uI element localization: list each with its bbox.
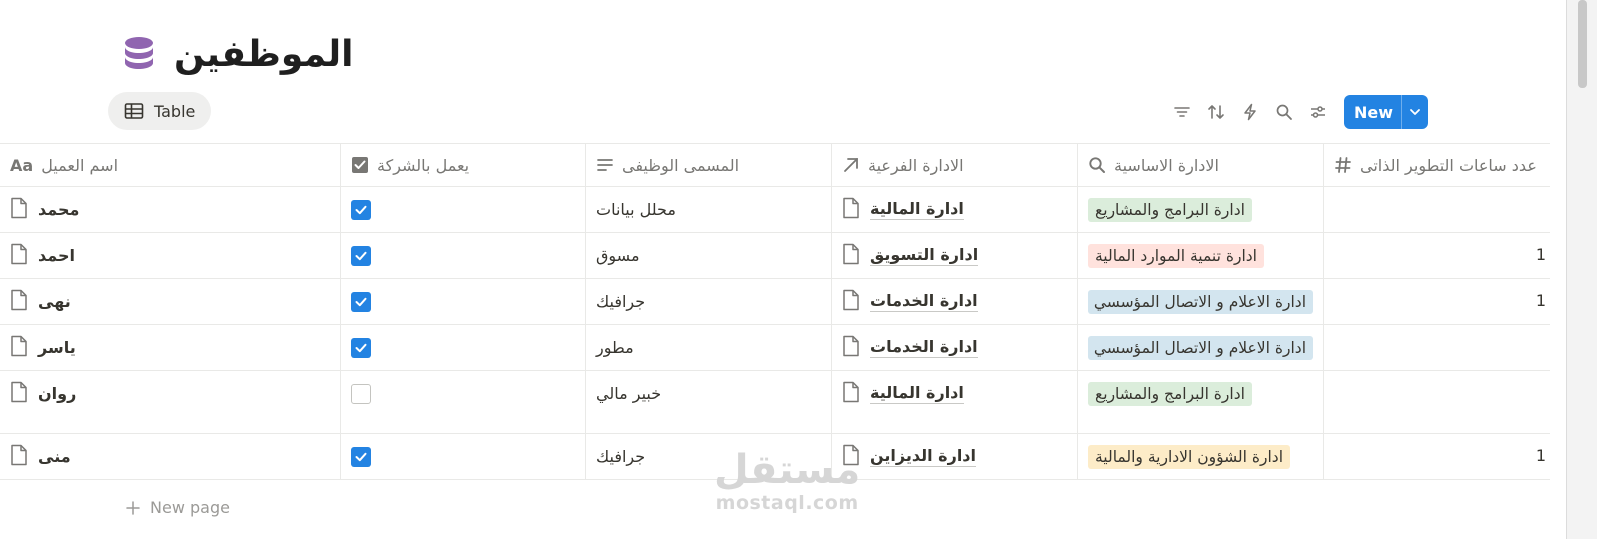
filter-icon[interactable] [1170,100,1194,124]
page-icon[interactable] [10,243,28,269]
text-lines-icon [597,159,613,171]
sub-dept-relation[interactable]: ادارة المالية [870,199,964,220]
sub-dept-relation[interactable]: ادارة الديزاين [870,446,976,467]
page-icon[interactable] [842,335,860,361]
column-header-works[interactable]: يعمل بالشركة [341,144,585,186]
job-title[interactable]: مطور [596,338,634,357]
column-header-hours[interactable]: عدد ساعات التطوير الذاتى [1324,144,1550,186]
works-checkbox[interactable] [351,446,371,467]
table-icon [124,103,144,119]
job-title[interactable]: مسوق [596,246,640,265]
page-icon[interactable] [842,381,860,407]
hours-value[interactable]: 1 [1536,446,1546,465]
page-icon[interactable] [842,289,860,315]
works-checkbox[interactable] [351,245,371,266]
job-title[interactable]: خبير مالي [596,384,661,403]
search-icon[interactable] [1272,100,1296,124]
page-icon[interactable] [10,381,28,407]
view-tab-table[interactable]: Table [108,92,212,130]
hours-value[interactable]: 1 [1536,291,1546,310]
vertical-scrollbar[interactable] [1566,0,1597,539]
table-row[interactable]: ياسر مطور ادارة الخدمات ادارة الاعلام و … [0,325,1550,371]
job-title[interactable]: جرافيك [596,292,645,311]
column-header-sub-dept[interactable]: الادارة الفرعية [832,144,1077,186]
lookup-search-icon [1089,157,1105,173]
works-checkbox[interactable] [351,337,371,358]
database-toolbar: New [1170,95,1428,129]
page-icon[interactable] [10,289,28,315]
main-dept-tag[interactable]: ادارة الاعلام و الاتصال المؤسسي [1088,289,1313,314]
main-dept-tag[interactable]: ادارة البرامج والمشاريع [1088,197,1252,222]
sub-dept-relation[interactable]: ادارة التسويق [870,245,979,266]
scrollbar-thumb[interactable] [1578,0,1587,88]
hours-value[interactable]: 1 [1536,245,1546,264]
employee-name[interactable]: احمد [38,246,75,265]
database-icon[interactable] [120,35,158,75]
page-icon[interactable] [842,243,860,269]
page-header: الموظفين [120,34,353,75]
settings-icon[interactable] [1306,100,1330,124]
page-icon[interactable] [842,197,860,223]
page-title[interactable]: الموظفين [174,34,353,75]
employee-name[interactable]: محمد [38,200,79,219]
table-row[interactable]: نهى جرافيك ادارة الخدمات ادارة الاعلام و… [0,279,1550,325]
main-dept-tag[interactable]: ادارة الاعلام و الاتصال المؤسسي [1088,335,1313,360]
text-property-icon: Aa [10,155,34,175]
table-row[interactable]: منى جرافيك ادارة الديزاين ادارة الشؤون ا… [0,434,1550,480]
new-page-button[interactable]: New page [126,498,230,517]
number-property-icon [1335,157,1351,173]
column-header-name[interactable]: Aa اسم العميل [0,144,340,186]
table-row[interactable]: روان خبير مالي ادارة المالية ادارة البرا… [0,371,1550,434]
relation-arrow-icon [844,158,858,172]
database-table: Aa اسم العميل يعمل بالشركة المسمى الوظيف… [0,143,1550,480]
checkbox-property-icon [352,157,368,173]
page-icon[interactable] [10,335,28,361]
sub-dept-relation[interactable]: ادارة الخدمات [870,291,978,312]
page-icon[interactable] [10,444,28,470]
watermark-english: mostaql.com [715,492,859,514]
sub-dept-relation[interactable]: ادارة الخدمات [870,337,978,358]
works-checkbox[interactable] [351,383,371,404]
employee-name[interactable]: روان [38,384,76,403]
plus-icon [126,500,140,515]
table-row[interactable]: محمد محلل بيانات ادارة المالية ادارة الب… [0,187,1550,233]
column-header-job[interactable]: المسمى الوظيفى [586,144,831,186]
page-icon[interactable] [10,197,28,223]
column-header-main-dept[interactable]: الادارة الاساسية [1078,144,1323,186]
main-dept-tag[interactable]: ادارة البرامج والمشاريع [1088,381,1252,406]
job-title[interactable]: محلل بيانات [596,200,676,219]
table-row[interactable]: احمد مسوق ادارة التسويق ادارة تنمية المو… [0,233,1550,279]
main-dept-tag[interactable]: ادارة الشؤون الادارية والمالية [1088,444,1291,469]
sub-dept-relation[interactable]: ادارة المالية [870,383,964,404]
view-tab-label: Table [154,101,196,121]
employee-name[interactable]: نهى [38,292,71,311]
employee-name[interactable]: ياسر [38,338,76,357]
new-button[interactable]: New [1344,95,1428,129]
main-dept-tag[interactable]: ادارة تنمية الموارد المالية [1088,243,1264,268]
sort-icon[interactable] [1204,100,1228,124]
new-page-label: New page [150,498,230,517]
chevron-down-icon[interactable] [1401,95,1428,129]
new-button-label: New [1354,102,1394,122]
automation-icon[interactable] [1238,100,1262,124]
works-checkbox[interactable] [351,291,371,312]
works-checkbox[interactable] [351,199,371,220]
table-header-row: Aa اسم العميل يعمل بالشركة المسمى الوظيف… [0,143,1550,187]
employee-name[interactable]: منى [38,447,71,466]
job-title[interactable]: جرافيك [596,447,645,466]
page-icon[interactable] [842,444,860,470]
